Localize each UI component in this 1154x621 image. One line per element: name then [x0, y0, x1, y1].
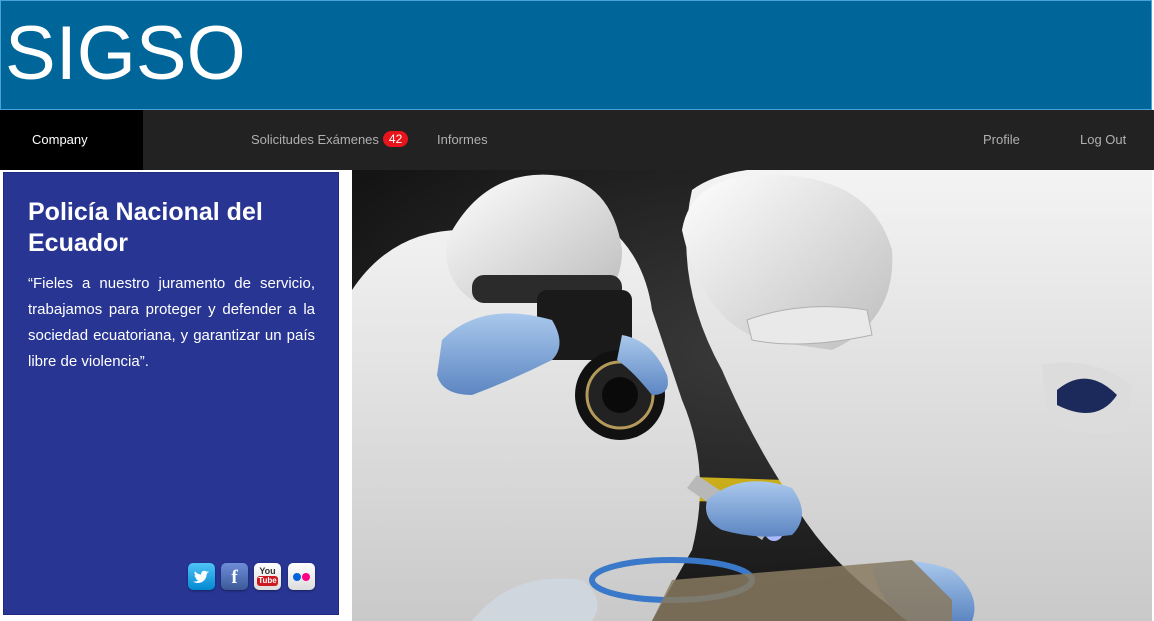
nav-solicitudes-label: Solicitudes Exámenes [251, 132, 379, 147]
solicitudes-count-badge: 42 [382, 131, 409, 147]
youtube-tube-text: Tube [257, 576, 278, 586]
nav-logout-link[interactable]: Log Out [1080, 110, 1126, 170]
panel-title: Policía Nacional del Ecuador [28, 198, 263, 257]
flickr-pink-dot [302, 573, 310, 581]
facebook-icon[interactable]: f [221, 563, 248, 590]
youtube-icon[interactable]: You Tube [254, 563, 281, 590]
nav-solicitudes-link[interactable]: Solicitudes Exámenes 42 [251, 110, 409, 170]
flickr-icon[interactable] [288, 563, 315, 590]
nav-informes-link[interactable]: Informes [437, 110, 488, 170]
site-header: SIGSO [0, 0, 1152, 110]
camera-lens-glass [602, 377, 638, 413]
panel-motto: “Fieles a nuestro juramento de servicio,… [28, 275, 315, 370]
brand-title[interactable]: SIGSO [5, 9, 246, 99]
youtube-you-text: You [259, 566, 276, 576]
facebook-glyph: f [231, 567, 238, 588]
nav-profile-link[interactable]: Profile [983, 110, 1020, 170]
nav-company-link[interactable]: Company [0, 110, 143, 170]
forensic-scene-illustration [352, 170, 1152, 621]
twitter-icon[interactable] [188, 563, 215, 590]
top-navbar: Company Solicitudes Exámenes 42 Informes … [0, 110, 1154, 170]
hero-photo [352, 170, 1152, 621]
twitter-bird-glyph [193, 570, 209, 583]
flickr-blue-dot [293, 573, 301, 581]
institution-panel: Policía Nacional del Ecuador “Fieles a n… [3, 172, 339, 615]
